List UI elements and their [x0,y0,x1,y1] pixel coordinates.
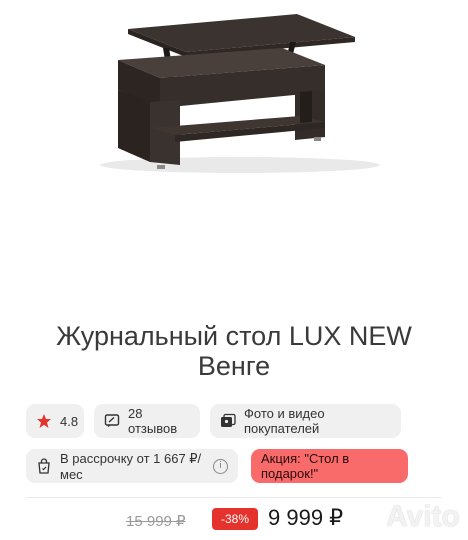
photo-gallery-icon [221,413,236,427]
info-icon[interactable]: i [213,458,228,474]
promo-chip[interactable]: Акция: "Стол в подарок!" [251,449,408,483]
review-icon [104,414,120,428]
buyer-media-label: Фото и видео покупателей [244,406,325,436]
old-price: 15 999 ₽ [126,513,186,530]
divider [26,497,442,498]
installment-label: В рассрочку от 1 667 ₽/мес [60,450,202,482]
rating-value: 4.8 [60,413,79,429]
current-price: 9 999 ₽ [268,505,344,530]
rating-chip[interactable]: 4.8 [26,404,84,438]
reviews-count: 28 отзывов [128,406,178,436]
reviews-chip[interactable]: 28 отзывов [94,404,200,438]
installment-chip[interactable]: В рассрочку от 1 667 ₽/мес i [26,449,238,483]
bag-installment-icon [38,458,50,474]
avito-watermark: Avito [386,500,460,533]
buyer-media-chip[interactable]: Фото и видео покупателей [210,404,401,438]
product-title: Журнальный стол LUX NEW [56,321,412,351]
product-subtitle: Венге [197,351,271,381]
star-icon [37,414,51,428]
avito-logo-icon [357,505,383,530]
product-image[interactable] [0,0,468,300]
discount-badge: -38% [212,508,258,530]
coffee-table-illustration [100,14,380,173]
